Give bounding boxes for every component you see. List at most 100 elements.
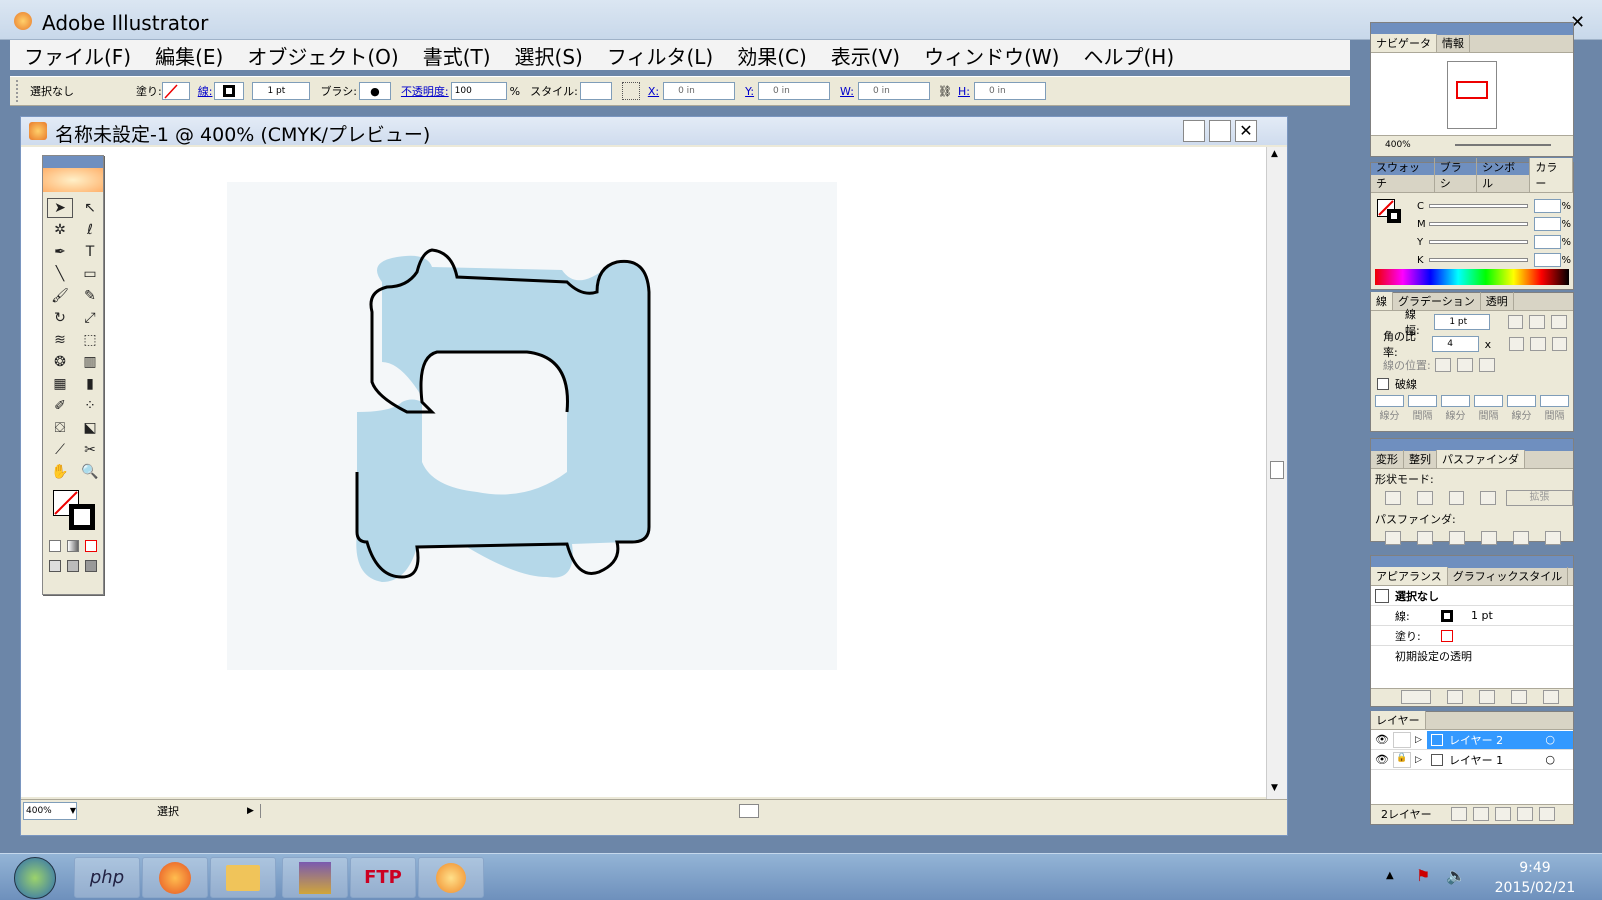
menu-window[interactable]: ウィンドウ(W) — [924, 41, 1059, 70]
none-mode-icon[interactable] — [85, 540, 97, 552]
layer-2-visibility-icon[interactable]: 👁 — [1371, 733, 1393, 746]
pf-minus-back-icon[interactable] — [1545, 531, 1561, 545]
layer-1-lock-icon[interactable]: 🔒 — [1393, 751, 1411, 768]
channel-y-slider[interactable] — [1428, 240, 1528, 244]
cap-round-icon[interactable] — [1529, 315, 1546, 329]
channel-k-field[interactable] — [1533, 253, 1562, 267]
fill-swatch-dropdown[interactable] — [161, 82, 190, 100]
screen-mode-3-icon[interactable] — [85, 560, 97, 572]
menu-view[interactable]: 表示(V) — [831, 41, 900, 70]
screen-mode-1-icon[interactable] — [49, 560, 61, 572]
shape-exclude-icon[interactable] — [1480, 491, 1497, 505]
status-text[interactable]: 選択 — [157, 803, 247, 819]
horizontal-scroll-track[interactable] — [259, 803, 1281, 818]
stroke-weight-input[interactable]: 1 pt — [1434, 314, 1490, 330]
appearance-new-art-icon[interactable] — [1401, 689, 1431, 704]
scroll-up-icon[interactable]: ▲ — [1271, 149, 1278, 159]
menu-help[interactable]: ヘルプ(H) — [1083, 41, 1174, 70]
tab-appearance[interactable]: アピアランス — [1371, 567, 1448, 585]
channel-y-field[interactable] — [1533, 235, 1562, 249]
doc-minimize-button[interactable] — [1183, 120, 1205, 142]
rotate-tool-icon[interactable]: ↻ — [47, 308, 73, 328]
tab-graphic-styles[interactable]: グラフィックスタイル — [1448, 567, 1569, 585]
new-sublayer-icon[interactable] — [1495, 806, 1511, 821]
hand-tool-icon[interactable]: ✋ — [47, 462, 73, 482]
pf-merge-icon[interactable] — [1449, 531, 1465, 545]
channel-k-slider[interactable] — [1428, 258, 1528, 262]
new-layer-icon[interactable] — [1517, 806, 1533, 821]
scroll-down-icon[interactable]: ▼ — [1271, 783, 1278, 793]
navigator-zoom-value[interactable]: 400% — [1385, 140, 1445, 150]
dash-1-field[interactable] — [1375, 394, 1404, 407]
join-round-icon[interactable] — [1530, 337, 1546, 351]
layer-2-name[interactable]: レイヤー 2 — [1449, 732, 1545, 748]
opacity-label[interactable]: 不透明度: — [401, 83, 449, 99]
pf-trim-icon[interactable] — [1417, 531, 1433, 545]
menu-type[interactable]: 書式(T) — [423, 41, 491, 70]
pf-outline-icon[interactable] — [1513, 531, 1529, 545]
align-inside-icon[interactable] — [1456, 358, 1473, 372]
join-miter-icon[interactable] — [1509, 337, 1525, 351]
opacity-field[interactable]: 100 — [450, 82, 507, 100]
x-label[interactable]: X: — [648, 85, 659, 98]
join-bevel-icon[interactable] — [1551, 337, 1567, 351]
w-field[interactable]: 0 in — [858, 82, 930, 100]
appearance-fill-row[interactable]: 塗り: — [1371, 626, 1573, 646]
link-proportions-icon[interactable]: ⛓ — [938, 85, 952, 98]
tab-transparency[interactable]: 透明 — [1481, 292, 1514, 310]
eyedropper-tool-icon[interactable]: ✐ — [47, 396, 73, 416]
appearance-stroke-row[interactable]: 線: 1 pt — [1371, 606, 1573, 626]
dash-2-field[interactable] — [1441, 394, 1470, 407]
tray-clock[interactable]: 9:49 2015/02/21 — [1480, 858, 1590, 898]
dash-3-field[interactable] — [1507, 394, 1536, 407]
miter-limit-input[interactable]: 4 — [1432, 336, 1479, 352]
type-tool-icon[interactable]: T — [77, 242, 103, 262]
stroke-label[interactable]: 線: — [198, 83, 213, 99]
tab-color[interactable]: カラー — [1530, 158, 1573, 192]
layer-row-2[interactable]: 👁 ▷ レイヤー 2 ○ — [1371, 730, 1573, 750]
color-mode-icon[interactable] — [49, 540, 61, 552]
fill-stroke-indicator[interactable] — [49, 488, 97, 536]
screen-mode-2-icon[interactable] — [67, 560, 79, 572]
transform-grid-icon[interactable] — [621, 82, 640, 100]
y-label[interactable]: Y: — [745, 85, 754, 98]
tab-transform[interactable]: 変形 — [1371, 450, 1404, 468]
style-dropdown[interactable] — [579, 82, 612, 100]
doc-maximize-button[interactable] — [1209, 120, 1231, 142]
layer-1-expand-icon[interactable]: ▷ — [1415, 755, 1427, 765]
traced-shape[interactable] — [227, 182, 837, 670]
tab-symbols[interactable]: シンボル — [1477, 158, 1531, 192]
symbol-sprayer-tool-icon[interactable]: ❂ — [47, 352, 73, 372]
layer-2-lock-toggle[interactable] — [1393, 731, 1411, 748]
menu-edit[interactable]: 編集(E) — [155, 41, 223, 70]
appearance-clear-icon[interactable] — [1447, 689, 1463, 704]
pen-tool-icon[interactable]: ✒ — [47, 242, 73, 262]
tab-pathfinder[interactable]: パスファインダ — [1437, 450, 1525, 468]
stroke-swatch-dropdown[interactable] — [214, 82, 245, 100]
taskbar-illustrator-icon[interactable] — [418, 857, 484, 898]
zoom-tool-icon[interactable]: 🔍 — [77, 462, 103, 482]
h-field[interactable]: 0 in — [973, 82, 1046, 100]
align-outside-icon[interactable] — [1478, 358, 1495, 372]
zoom-dropdown[interactable]: 400% ▼ — [23, 801, 77, 820]
vertical-scroll-thumb[interactable] — [1270, 461, 1284, 479]
menu-select[interactable]: 選択(S) — [515, 41, 583, 70]
navigator-preview[interactable] — [1371, 53, 1573, 135]
menu-effect[interactable]: 効果(C) — [737, 41, 807, 70]
tab-align[interactable]: 整列 — [1404, 450, 1437, 468]
tab-layers[interactable]: レイヤー — [1371, 711, 1426, 729]
layer-1-target-icon[interactable]: ○ — [1545, 753, 1555, 766]
artboard-canvas[interactable] — [21, 147, 1266, 797]
channel-m-slider[interactable] — [1428, 222, 1528, 226]
appearance-trash-icon[interactable] — [1543, 689, 1559, 704]
tab-info[interactable]: 情報 — [1437, 34, 1470, 52]
stroke-black-swatch[interactable] — [69, 504, 95, 530]
scissors-tool-icon[interactable]: ✂ — [77, 440, 103, 460]
menu-object[interactable]: オブジェクト(O) — [247, 41, 398, 70]
paintbrush-tool-icon[interactable]: 🖌 — [47, 286, 73, 306]
pf-divide-icon[interactable] — [1385, 531, 1401, 545]
dashed-checkbox[interactable] — [1377, 378, 1389, 390]
navigator-view-box[interactable] — [1456, 81, 1488, 99]
pencil-tool-icon[interactable]: ✎ — [77, 286, 103, 306]
gradient-mode-icon[interactable] — [67, 540, 79, 552]
